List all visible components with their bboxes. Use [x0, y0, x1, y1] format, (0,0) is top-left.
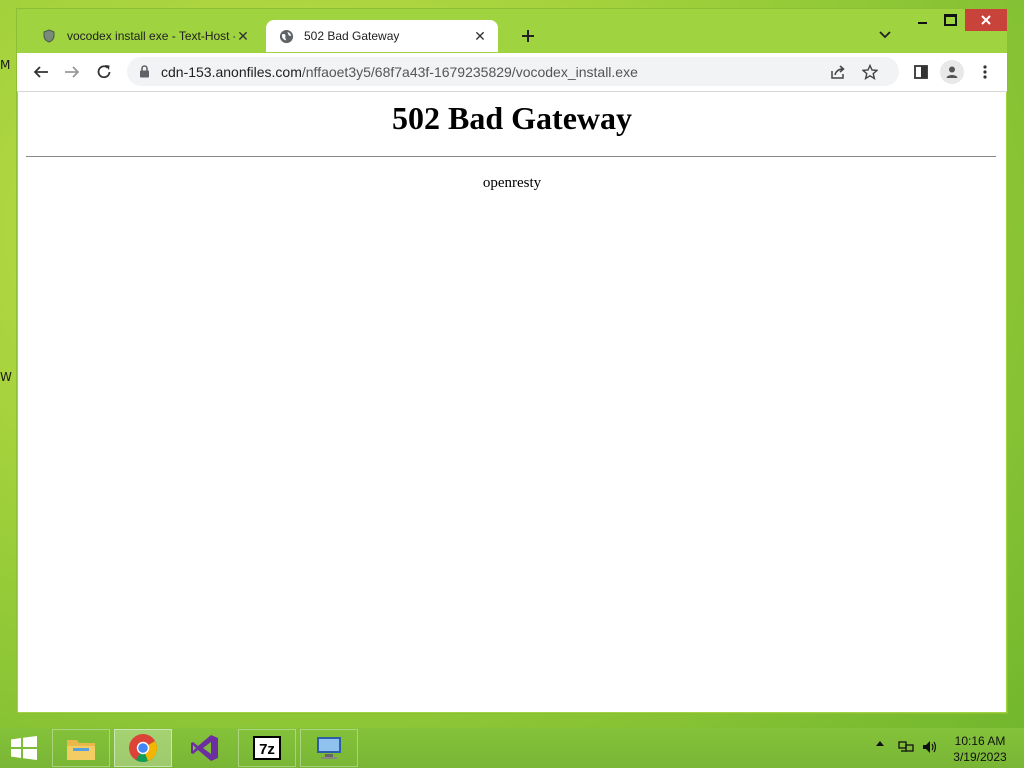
desktop-icon-label-fragment: W	[0, 370, 12, 384]
back-button[interactable]	[29, 60, 53, 84]
browser-window: vocodex install exe - Text-Host - ✕ 502 …	[16, 8, 1008, 714]
chrome-icon	[129, 734, 157, 762]
7zip-icon: 7z	[253, 736, 281, 760]
reload-icon	[97, 65, 111, 79]
address-bar[interactable]: cdn-153.anonfiles.com/nffaoet3y5/68f7a43…	[127, 57, 899, 86]
taskbar-file-explorer[interactable]	[52, 729, 110, 767]
kebab-menu-icon	[983, 65, 987, 79]
windows-logo-icon	[11, 736, 37, 760]
caret-up-icon	[876, 741, 884, 746]
url-host: cdn-153.anonfiles.com	[161, 63, 302, 80]
volume-icon[interactable]	[922, 740, 938, 754]
new-tab-button[interactable]	[517, 25, 539, 47]
profile-button[interactable]	[940, 60, 964, 84]
close-icon	[981, 15, 991, 25]
minimize-icon	[917, 22, 927, 24]
url-text: cdn-153.anonfiles.com/nffaoet3y5/68f7a43…	[161, 64, 638, 80]
lock-icon	[139, 65, 151, 79]
side-panel-button[interactable]	[909, 60, 933, 84]
clock-time: 10:16 AM	[954, 734, 1006, 748]
close-window-button[interactable]	[965, 9, 1007, 31]
taskbar-google-chrome[interactable]	[114, 729, 172, 767]
arrow-right-icon	[65, 66, 80, 78]
tab-close-icon[interactable]: ✕	[472, 28, 488, 44]
visual-studio-icon	[191, 735, 218, 761]
page-title: 502 Bad Gateway	[392, 100, 632, 136]
horizontal-rule	[26, 156, 996, 157]
menu-button[interactable]	[973, 60, 997, 84]
maximize-icon	[943, 14, 957, 26]
network-icon[interactable]	[898, 740, 914, 754]
clock-date: 3/19/2023	[953, 750, 1007, 764]
profile-avatar-icon	[946, 66, 958, 78]
bookmark-star-icon[interactable]	[861, 63, 879, 81]
taskbar-visual-studio[interactable]	[176, 729, 234, 767]
arrow-left-icon	[33, 66, 48, 78]
browser-toolbar: cdn-153.anonfiles.com/nffaoet3y5/68f7a43…	[17, 53, 1007, 91]
reload-button[interactable]	[92, 60, 116, 84]
title-bar: vocodex install exe - Text-Host - ✕ 502 …	[17, 9, 1007, 55]
forward-button[interactable]	[60, 60, 84, 84]
tab-title: 502 Bad Gateway	[304, 29, 400, 43]
taskbar-remote-desktop[interactable]	[300, 729, 358, 767]
taskbar-7zip[interactable]: 7z	[238, 729, 296, 767]
tab-title: vocodex install exe - Text-Host -	[67, 29, 235, 43]
remote-desktop-icon	[317, 737, 341, 759]
page-content: 502 Bad Gateway openresty	[18, 92, 1006, 712]
server-name: openresty	[482, 175, 542, 191]
tab-close-icon[interactable]: ✕	[235, 28, 251, 44]
side-panel-icon	[914, 65, 928, 79]
url-path: /nffaoet3y5/68f7a43f-1679235829/vocodex_…	[301, 63, 638, 80]
start-button[interactable]	[10, 736, 38, 760]
shield-icon	[41, 28, 57, 44]
desktop-icon-label-fragment: M	[0, 58, 11, 72]
tab-502-bad-gateway[interactable]: 502 Bad Gateway ✕	[266, 20, 498, 52]
taskbar: 7z 10:16 AM 3/19/2023	[0, 728, 1024, 768]
maximize-button[interactable]	[937, 9, 963, 31]
globe-icon	[278, 28, 294, 44]
minimize-button[interactable]	[909, 9, 935, 31]
show-hidden-icons-button[interactable]	[876, 740, 884, 746]
folder-icon	[67, 740, 95, 760]
system-clock[interactable]: 10:16 AM 3/19/2023	[950, 733, 1010, 765]
svg-text:7z: 7z	[259, 741, 275, 758]
tab-search-chevron-icon[interactable]	[877, 27, 893, 43]
tab-text-host[interactable]: vocodex install exe - Text-Host - ✕	[29, 20, 261, 52]
share-icon[interactable]	[829, 63, 847, 81]
